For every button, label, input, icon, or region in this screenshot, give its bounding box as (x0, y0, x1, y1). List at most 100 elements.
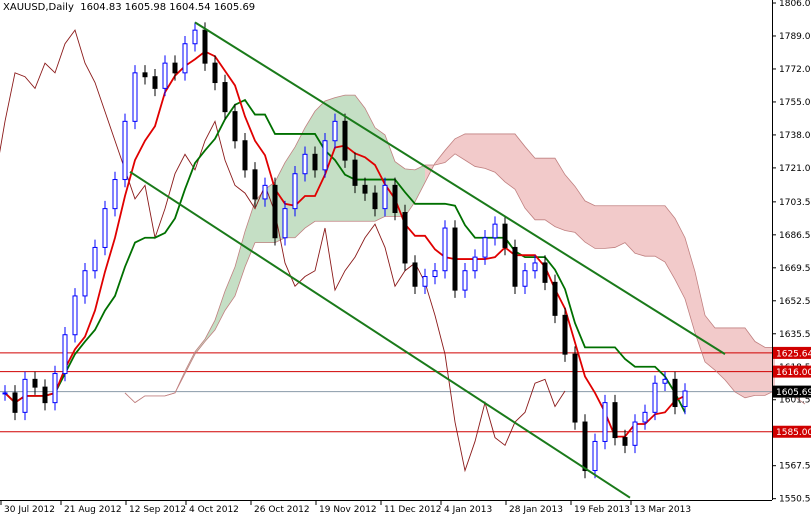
level-price-tag: 1616.00 (776, 368, 811, 378)
candle-bullish (112, 179, 118, 210)
candle-bullish (292, 173, 298, 210)
level-price-tag: 1585.00 (776, 428, 811, 438)
candle-bearish (32, 378, 38, 388)
cloud-segment-bearish (585, 200, 595, 249)
candle-bearish (622, 437, 628, 446)
candle-bearish (12, 392, 18, 413)
cloud-segment-bearish (735, 327, 745, 398)
x-tick-label: 4 Jan 2013 (444, 505, 492, 515)
candle-bearish (612, 402, 618, 439)
cloud-segment-bearish (595, 205, 605, 249)
candle-bullish (422, 276, 428, 287)
time-axis: 30 Jul 2012 21 Aug 2012 12 Sep 2012 4 Oct 2… (0, 500, 691, 515)
candle-bullish (592, 440, 598, 472)
candle-bullish (432, 270, 438, 278)
candles (2, 22, 688, 479)
candle-bearish (252, 169, 258, 200)
x-tick-label: 19 Feb 2013 (574, 505, 630, 515)
cloud-segment-bullish (355, 95, 365, 222)
candle-bullish (52, 373, 58, 404)
y-tick-label: 1635.50 (779, 330, 811, 340)
candle-bearish (172, 62, 178, 74)
y-tick-label: 1686.50 (779, 231, 811, 241)
candle-bearish (402, 212, 408, 264)
candle-bullish (72, 295, 78, 336)
candle-bullish (282, 208, 288, 239)
y-tick-label: 1772.00 (779, 65, 811, 75)
candle-bullish (442, 227, 448, 272)
candle-bearish (582, 421, 588, 472)
candle-bullish (462, 270, 468, 291)
cloud-segment-bullish (215, 291, 225, 330)
x-tick-label: 11 Dec 2012 (384, 505, 442, 515)
candle-bearish (232, 111, 238, 142)
candle-bullish (632, 421, 638, 446)
y-tick-label: 1738.00 (779, 131, 811, 141)
cloud-segment-bearish (725, 327, 735, 392)
candle-bearish (552, 281, 558, 316)
y-tick-label: 1721.00 (779, 164, 811, 174)
price-tags: 1625.64 1616.00 1585.00 1605.69 (773, 346, 811, 438)
candle-bearish (362, 184, 368, 194)
cloud-segment-bearish (635, 205, 645, 257)
x-tick-label: 30 Jul 2012 (4, 505, 55, 515)
cloud-segment-bearish (495, 133, 505, 182)
cloud-segment-bearish (605, 205, 615, 249)
candle-bearish (502, 223, 508, 248)
candle-bearish (392, 184, 398, 214)
candle-bullish (532, 262, 538, 272)
candle-bearish (452, 227, 458, 291)
y-tick-label: 1652.50 (779, 297, 811, 307)
y-tick-label: 1567.50 (779, 462, 811, 472)
x-tick-label: 26 Oct 2012 (254, 505, 310, 515)
price-chart[interactable]: 1806.00 1789.00 1772.00 1755.00 1738.00 1721.… (0, 0, 811, 516)
cloud-segment-bearish (655, 205, 665, 262)
x-tick-label: 21 Aug 2012 (64, 505, 122, 515)
candle-bullish (682, 390, 688, 408)
candle-bullish (2, 392, 8, 395)
cloud-segment-bearish (565, 174, 575, 233)
cloud-segment-bearish (545, 158, 555, 227)
candle-bearish (562, 314, 568, 355)
candle-bearish (342, 120, 348, 161)
cloud-segment-bearish (675, 218, 685, 299)
x-tick-label: 12 Sep 2012 (129, 505, 186, 515)
y-tick-label: 1806.00 (779, 0, 811, 9)
y-tick-label: 1703.50 (779, 198, 811, 208)
current-price-tag: 1605.69 (776, 388, 811, 398)
y-tick-label: 1550.50 (779, 495, 811, 505)
candle-bearish (242, 140, 248, 171)
cloud-segment-bullish (225, 266, 235, 311)
cloud-segment-bearish (525, 146, 535, 220)
cloud-segment-bearish (445, 138, 455, 163)
ichimoku-cloud (125, 95, 775, 403)
cloud-segment-bullish (245, 201, 255, 267)
candle-bullish (522, 270, 528, 287)
candle-bullish (262, 184, 268, 200)
y-tick-label: 1755.00 (779, 98, 811, 108)
candle-bullish (602, 402, 608, 442)
candle-bullish (162, 62, 168, 89)
cloud-segment-bearish (615, 205, 625, 248)
candle-bullish (192, 29, 198, 45)
cloud-segment-bearish (625, 205, 635, 254)
x-tick-label: 13 Mar 2013 (634, 505, 691, 515)
y-tick-label: 1669.50 (779, 264, 811, 274)
candle-bearish (352, 159, 358, 186)
candle-bullish (492, 223, 498, 239)
candle-bullish (132, 72, 138, 122)
candle-bearish (312, 153, 318, 171)
cloud-segment-bearish (475, 133, 485, 169)
candle-bullish (382, 184, 388, 210)
candle-bullish (642, 411, 648, 423)
candle-bullish (322, 140, 328, 171)
candle-bearish (412, 262, 418, 287)
candle-bearish (42, 386, 48, 404)
cloud-segment-bullish (415, 164, 425, 202)
candle-bearish (542, 262, 548, 283)
candle-bullish (82, 270, 88, 297)
candle-bearish (512, 246, 518, 287)
chikou-span-line (0, 29, 566, 473)
candle-bullish (92, 246, 98, 272)
candle-bearish (272, 184, 278, 239)
